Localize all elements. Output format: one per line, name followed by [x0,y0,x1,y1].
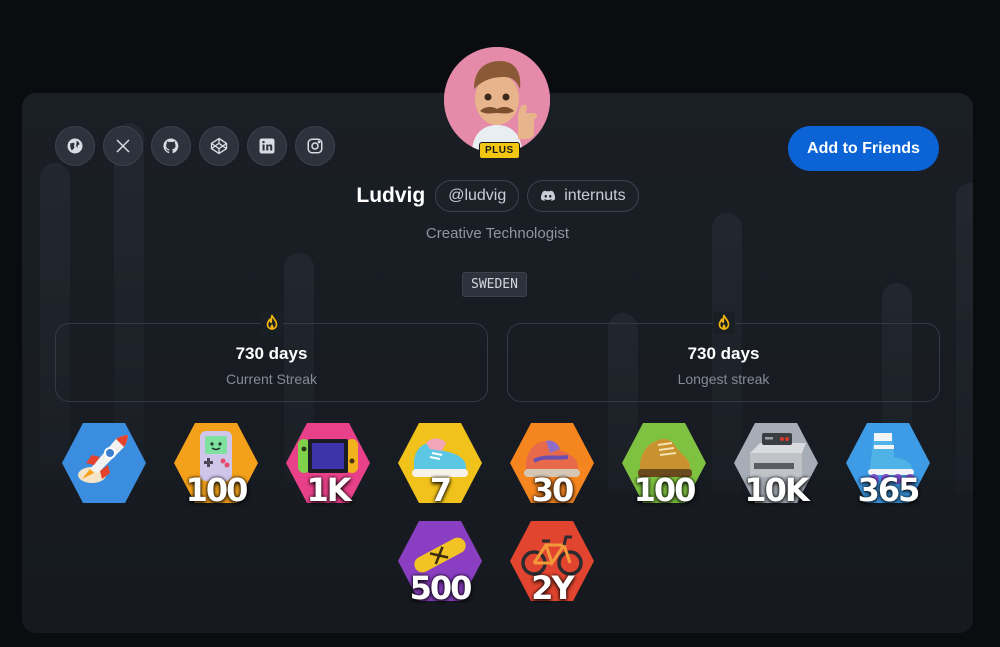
badge-label: 100 [633,471,697,509]
social-link-linkedin[interactable] [247,126,287,166]
x-icon [116,139,130,153]
social-link-instagram[interactable] [295,126,335,166]
profile-card: Add to Friends Ludvig @ludvig internuts … [22,93,973,633]
badge-nes-10k[interactable]: 10K [730,417,822,509]
profile-title: Creative Technologist [425,225,570,242]
badge-sneaker-30[interactable]: 30 [506,417,598,509]
flame-icon [260,312,283,334]
badge-label: 100 [185,471,249,509]
badge-label: 30 [531,471,575,509]
profile-avatar-wrapper: PLUS [444,47,550,159]
badge-skateboard-500[interactable]: 500 [394,515,486,607]
badge-boot-100[interactable]: 100 [618,417,710,509]
plus-badge: PLUS [479,142,520,159]
longest-streak-card: 730 days Longest streak [507,312,940,402]
avatar[interactable] [444,47,550,153]
profile-name-row: Ludvig @ludvig internuts [22,180,973,212]
current-streak-card: 730 days Current Streak [55,312,488,402]
badge-label: 500 [409,569,473,607]
discord-username: internuts [564,187,626,204]
instagram-icon [307,138,323,154]
badge-label: 1K [306,471,351,509]
linkedin-icon [259,138,275,154]
add-to-friends-button[interactable]: Add to Friends [788,126,939,171]
badge-label: 7 [429,471,452,509]
memoji-avatar-image [444,47,550,153]
badge-rollerskate-365[interactable]: 365 [842,417,934,509]
current-streak-value: 730 days [235,344,308,363]
codepen-icon [210,137,228,155]
badge-switch[interactable]: 1K [282,417,374,509]
discord-pill[interactable]: internuts [527,180,639,212]
social-links [55,126,335,166]
longest-streak-label: Longest streak [677,371,770,387]
badge-gameboy[interactable]: 100 [170,417,262,509]
badge-sneaker-7[interactable]: 7 [394,417,486,509]
current-streak-label: Current Streak [225,371,318,387]
profile-handle: @ludvig [448,187,507,204]
badge-bicycle-2y[interactable]: 2Y [506,515,598,607]
longest-streak-value: 730 days [687,344,760,363]
badge-label: 10K [744,471,809,509]
rocket-icon [78,435,128,483]
flame-icon [712,312,735,334]
country-tag: SWEDEN [462,272,527,297]
profile-handle-pill[interactable]: @ludvig [435,180,520,212]
badge-rocket[interactable] [58,417,150,509]
social-link-github[interactable] [151,126,191,166]
globe-icon [67,138,83,154]
profile-name: Ludvig [356,184,426,207]
social-link-x[interactable] [103,126,143,166]
github-icon [163,138,179,154]
social-link-website[interactable] [55,126,95,166]
badge-label: 2Y [531,569,574,607]
badge-label: 365 [857,471,921,509]
social-link-codepen[interactable] [199,126,239,166]
discord-icon [541,190,556,201]
